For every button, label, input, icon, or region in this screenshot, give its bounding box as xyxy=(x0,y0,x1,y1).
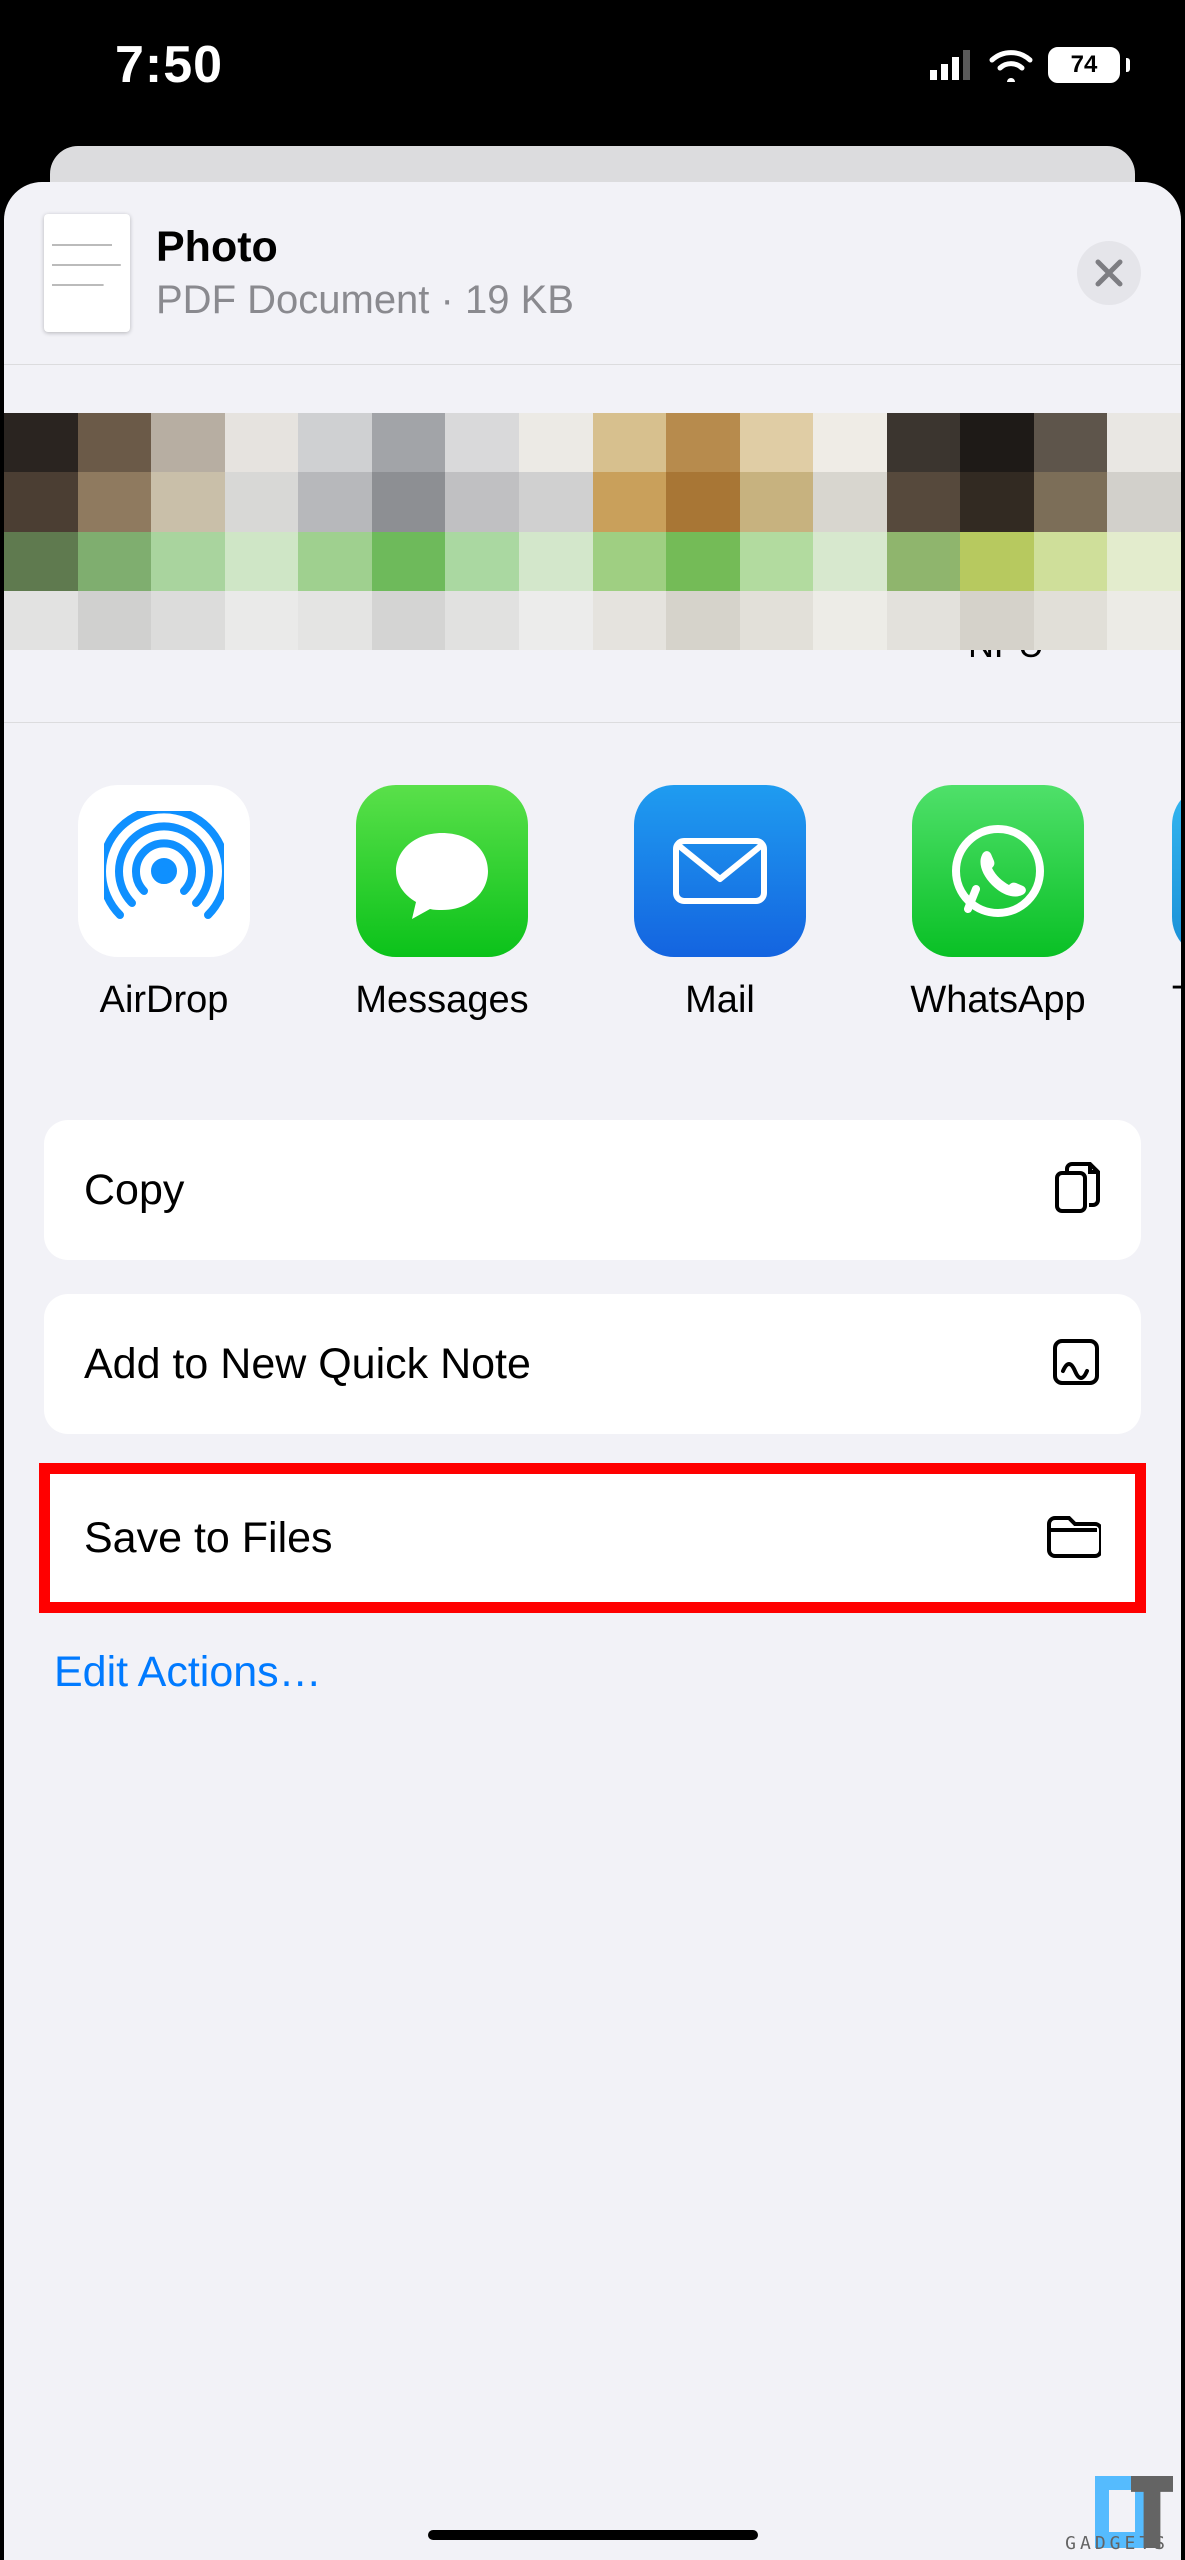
action-card-highlighted: Save to Files xyxy=(44,1468,1141,1608)
edit-actions-label: Edit Actions… xyxy=(54,1648,322,1696)
app-label: WhatsApp xyxy=(910,979,1085,1022)
cellular-icon xyxy=(930,50,974,80)
app-label: AirDrop xyxy=(100,979,229,1022)
airdrop-icon xyxy=(78,785,250,957)
home-indicator[interactable] xyxy=(428,2530,758,2540)
app-label: Mail xyxy=(685,979,755,1022)
share-app-telegram[interactable]: Te xyxy=(1162,785,1181,1022)
status-icons: 74 xyxy=(930,47,1130,83)
edit-actions-link[interactable]: Edit Actions… xyxy=(44,1642,1141,1697)
share-app-mail[interactable]: Mail xyxy=(606,785,834,1022)
wifi-icon xyxy=(988,48,1034,82)
app-label: Te xyxy=(1172,979,1181,1022)
action-label: Copy xyxy=(84,1166,184,1215)
action-label: Add to New Quick Note xyxy=(84,1340,531,1389)
close-icon xyxy=(1094,258,1124,288)
document-subtitle: PDF Document · 19 KB xyxy=(156,278,1051,323)
copy-icon xyxy=(1053,1161,1101,1220)
mail-icon xyxy=(634,785,806,957)
document-title: Photo xyxy=(156,223,1051,272)
document-thumbnail[interactable] xyxy=(44,214,130,332)
document-meta: Photo PDF Document · 19 KB xyxy=(156,223,1051,323)
share-app-airdrop[interactable]: AirDrop xyxy=(50,785,278,1022)
action-save-to-files[interactable]: Save to Files xyxy=(44,1468,1141,1608)
telegram-icon xyxy=(1172,785,1181,957)
share-contacts-row[interactable]: NPU xyxy=(4,365,1181,723)
app-label: Messages xyxy=(355,979,528,1022)
close-button[interactable] xyxy=(1077,241,1141,305)
action-quick-note[interactable]: Add to New Quick Note xyxy=(44,1294,1141,1434)
battery-indicator: 74 xyxy=(1048,47,1130,83)
whatsapp-icon xyxy=(912,785,1084,957)
action-copy[interactable]: Copy xyxy=(44,1120,1141,1260)
share-app-messages[interactable]: Messages xyxy=(328,785,556,1022)
messages-icon xyxy=(356,785,528,957)
watermark: GADGETS xyxy=(1095,2476,1173,2548)
share-sheet-header: Photo PDF Document · 19 KB xyxy=(4,182,1181,365)
folder-icon xyxy=(1045,1514,1101,1563)
status-bar: 7:50 74 xyxy=(0,0,1185,130)
quick-note-icon xyxy=(1051,1337,1101,1392)
action-label: Save to Files xyxy=(84,1514,333,1563)
status-time: 7:50 xyxy=(115,35,223,95)
share-sheet: Photo PDF Document · 19 KB xyxy=(4,182,1181,2560)
action-card: Add to New Quick Note xyxy=(44,1294,1141,1434)
share-app-whatsapp[interactable]: WhatsApp xyxy=(884,785,1112,1022)
action-card: Copy xyxy=(44,1120,1141,1260)
battery-pct: 74 xyxy=(1071,51,1098,79)
share-apps-row[interactable]: AirDrop Messages Mail xyxy=(4,723,1181,1070)
actions-list: Copy Add to New Quick Note Save to Files xyxy=(4,1070,1181,1697)
